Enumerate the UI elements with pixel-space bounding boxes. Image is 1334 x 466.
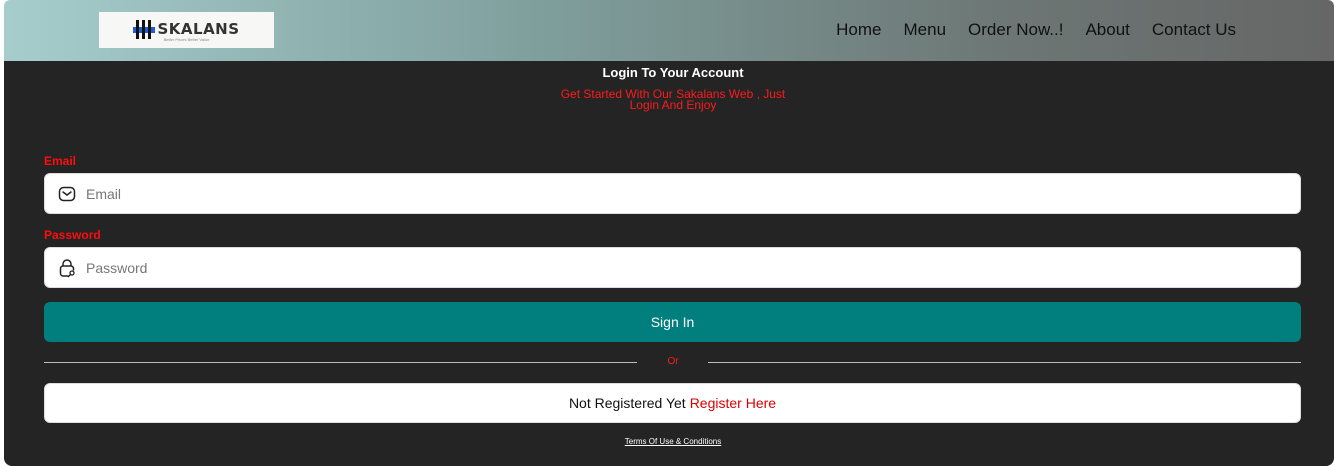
- nav-links: Home Menu Order Now..! About Contact Us: [836, 20, 1236, 40]
- divider-right: [708, 362, 1301, 363]
- password-label: Password: [44, 228, 101, 242]
- nav-link-order-now[interactable]: Order Now..!: [968, 20, 1063, 40]
- logo-tagline: Better Prices Better Value: [163, 37, 210, 42]
- nav-link-menu[interactable]: Menu: [904, 20, 947, 40]
- terms-link[interactable]: Terms Of Use & Conditions: [4, 437, 1334, 446]
- top-navbar: SKALANS Better Prices Better Value Home …: [4, 0, 1334, 61]
- email-input[interactable]: [86, 185, 1276, 202]
- mail-icon: [57, 184, 77, 204]
- login-title: Login To Your Account: [602, 65, 744, 80]
- nav-link-home[interactable]: Home: [836, 20, 881, 40]
- register-box: Not Registered Yet Register Here: [44, 383, 1301, 423]
- lock-icon: [57, 258, 77, 278]
- register-link[interactable]: Register Here: [690, 395, 776, 411]
- cutlery-icon: [133, 18, 156, 40]
- sign-in-button[interactable]: Sign In: [44, 302, 1301, 342]
- login-panel: Login To Your Account Get Started With O…: [4, 61, 1334, 466]
- logo-text: SKALANS: [157, 20, 240, 38]
- login-subtitle: Get Started With Our Sakalans Web , Just…: [560, 87, 786, 112]
- password-field-wrapper: [44, 247, 1301, 288]
- email-field-wrapper: [44, 173, 1301, 214]
- password-input[interactable]: [86, 259, 1276, 276]
- brand-logo[interactable]: SKALANS Better Prices Better Value: [99, 12, 274, 48]
- nav-link-contact-us[interactable]: Contact Us: [1152, 20, 1236, 40]
- email-label: Email: [44, 154, 77, 168]
- nav-link-about[interactable]: About: [1085, 20, 1129, 40]
- register-prefix: Not Registered Yet: [568, 395, 686, 411]
